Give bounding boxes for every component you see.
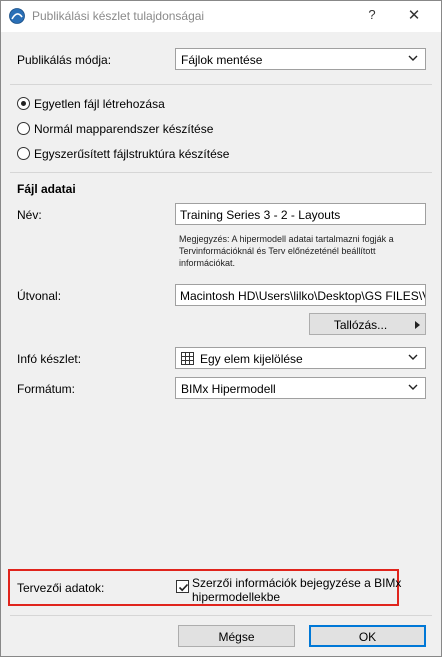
- name-field[interactable]: Training Series 3 - 2 - Layouts: [175, 203, 426, 225]
- checkbox-label-line: hipermodellekbe: [192, 590, 281, 604]
- name-label: Név:: [17, 208, 42, 222]
- info-set-value: Egy elem kijelölése: [200, 352, 303, 366]
- format-label: Formátum:: [17, 382, 76, 396]
- info-set-dropdown[interactable]: Egy elem kijelölése: [175, 347, 426, 369]
- divider: [10, 84, 432, 85]
- designer-data-label: Tervezői adatok:: [17, 581, 105, 595]
- divider: [10, 615, 432, 616]
- browse-button[interactable]: Tallózás...: [309, 313, 426, 335]
- chevron-down-icon: [407, 350, 419, 364]
- author-info-checkbox[interactable]: [176, 580, 189, 593]
- note-line: információkat.: [179, 258, 236, 268]
- info-set-label: Infó készlet:: [17, 352, 82, 366]
- title-bar: Publikálási készlet tulajdonságai ? ✕: [1, 1, 441, 32]
- path-field[interactable]: Macintosh HD\Users\lilko\Desktop\GS FILE…: [175, 284, 426, 306]
- publish-mode-label: Publikálás módja:: [17, 53, 112, 67]
- path-field-value: Macintosh HD\Users\lilko\Desktop\GS FILE…: [180, 289, 426, 303]
- note-text: Megjegyzés: A hipermodell adatai tartalm…: [179, 233, 419, 269]
- note-line: Tervinformációknál és Terv előnézeténél …: [179, 246, 376, 256]
- close-button[interactable]: ✕: [406, 6, 422, 24]
- radio-button[interactable]: [17, 147, 30, 160]
- radio-simplified-structure[interactable]: Egyszerűsített fájlstruktúra készítése: [17, 146, 247, 162]
- radio-label: Normál mapparendszer készítése: [34, 122, 214, 136]
- chevron-down-icon: [407, 380, 419, 394]
- radio-label: Egyetlen fájl létrehozása: [34, 97, 165, 111]
- publish-mode-dropdown[interactable]: Fájlok mentése: [175, 48, 426, 70]
- radio-button-selected[interactable]: [17, 97, 30, 110]
- file-data-heading: Fájl adatai: [17, 182, 76, 196]
- browse-button-label: Tallózás...: [333, 318, 388, 332]
- format-dropdown[interactable]: BIMx Hipermodell: [175, 377, 426, 399]
- triangle-right-icon: [415, 321, 420, 329]
- archicad-app-icon: [9, 8, 25, 24]
- chevron-down-icon: [407, 51, 419, 65]
- radio-single-file[interactable]: Egyetlen fájl létrehozása: [17, 96, 217, 112]
- help-button[interactable]: ?: [364, 7, 380, 25]
- note-line: Megjegyzés: A hipermodell adatai tartalm…: [179, 234, 394, 244]
- publish-mode-value: Fájlok mentése: [181, 53, 263, 67]
- grid-icon: [181, 352, 194, 365]
- format-value: BIMx Hipermodell: [181, 382, 276, 396]
- window-title: Publikálási készlet tulajdonságai: [32, 9, 205, 23]
- cancel-button[interactable]: Mégse: [178, 625, 295, 647]
- radio-button[interactable]: [17, 122, 30, 135]
- path-label: Útvonal:: [17, 289, 62, 303]
- radio-normal-folders[interactable]: Normál mapparendszer készítése: [17, 121, 237, 137]
- name-field-value: Training Series 3 - 2 - Layouts: [180, 208, 341, 222]
- ok-button[interactable]: OK: [309, 625, 426, 647]
- checkbox-label-line: Szerzői információk bejegyzése a BIMx: [192, 576, 402, 590]
- author-info-checkbox-label[interactable]: Szerzői információk bejegyzése a BIMx hi…: [192, 576, 407, 604]
- radio-label: Egyszerűsített fájlstruktúra készítése: [34, 147, 230, 161]
- dialog-window: Publikálási készlet tulajdonságai ? ✕ Pu…: [0, 0, 442, 657]
- divider: [10, 172, 432, 173]
